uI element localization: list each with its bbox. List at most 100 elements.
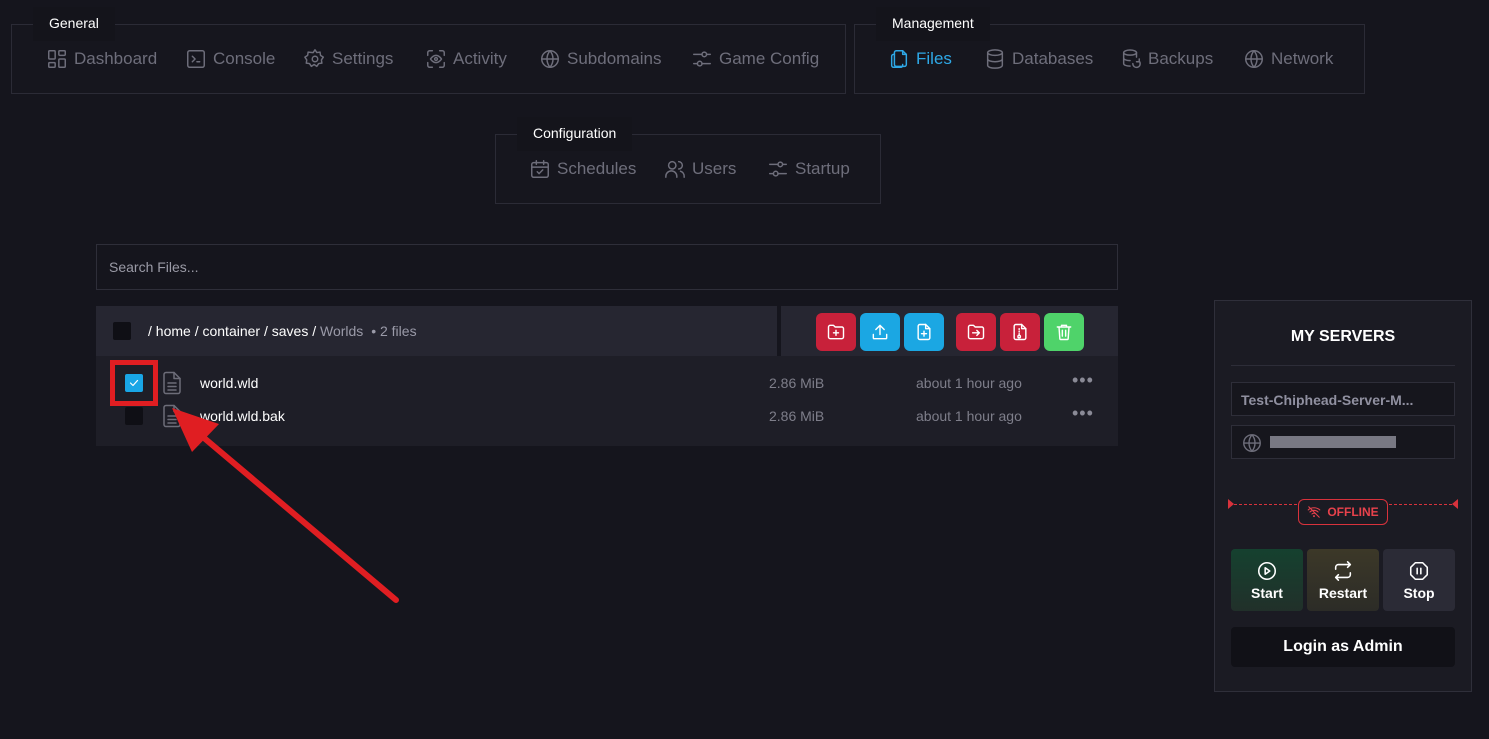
stop-button[interactable]: Stop — [1383, 549, 1455, 611]
nav-item-game-config[interactable]: Game Config — [691, 47, 819, 71]
nav-item-label: Subdomains — [567, 49, 662, 68]
nav-item-label: Dashboard — [74, 49, 158, 68]
files-icon — [890, 50, 908, 68]
file-archive-icon — [1013, 323, 1027, 341]
nav-item-startup[interactable]: Startup — [767, 157, 850, 181]
file-checkbox[interactable] — [125, 407, 143, 425]
server-name-field[interactable]: Test-Chiphead-Server-M... — [1231, 382, 1455, 416]
nav-item-databases[interactable]: Databases — [984, 47, 1093, 71]
file-toolbar — [781, 306, 1118, 356]
folder-move-icon — [967, 324, 985, 340]
globe-icon — [1243, 434, 1261, 452]
sliders-icon — [693, 51, 711, 67]
my-servers-panel: MY SERVERS Test-Chiphead-Server-M... OFF… — [1214, 300, 1472, 692]
search-files-input[interactable] — [96, 244, 1118, 290]
status-marker-right — [1452, 499, 1458, 509]
activity-eye-icon — [427, 50, 445, 68]
breadcrumb-sep: / — [148, 323, 152, 339]
nav-group-management: Management Files Databases Backups Netwo… — [854, 7, 1365, 94]
status-badge: OFFLINE — [1298, 499, 1388, 525]
nav-item-subdomains[interactable]: Subdomains — [539, 47, 662, 71]
file-name[interactable]: world.wld — [200, 375, 258, 391]
nav-item-backups[interactable]: Backups — [1120, 47, 1213, 71]
divider — [1231, 365, 1455, 366]
gear-icon — [304, 49, 324, 68]
file-plus-icon — [917, 323, 931, 341]
nav-item-users[interactable]: Users — [664, 157, 736, 181]
file-name[interactable]: world.wld.bak — [200, 408, 285, 424]
globe-icon — [541, 50, 559, 68]
new-folder-button[interactable] — [816, 313, 856, 351]
breadcrumb-container[interactable]: container — [202, 323, 260, 339]
wifi-off-icon — [1307, 506, 1321, 518]
trash-icon — [1056, 324, 1072, 341]
breadcrumb-sep: / — [263, 323, 268, 339]
file-count: • 2 files — [371, 323, 417, 339]
file-row[interactable]: world.wld 2.86 MiB about 1 hour ago ••• — [96, 368, 1118, 398]
file-row[interactable]: world.wld.bak 2.86 MiB about 1 hour ago … — [96, 401, 1118, 431]
nav-item-label: Backups — [1148, 49, 1214, 68]
calendar-check-icon — [531, 160, 549, 178]
nav-legend-management: Management — [876, 7, 990, 41]
server-address-field[interactable] — [1231, 425, 1455, 459]
status-text: OFFLINE — [1327, 505, 1379, 519]
breadcrumb: / home / container / saves / Worlds • 2 … — [148, 323, 417, 339]
repeat-icon — [1334, 560, 1352, 581]
start-label: Start — [1251, 584, 1283, 601]
nav-item-label: Settings — [332, 49, 394, 68]
nav-item-label: Network — [1271, 49, 1334, 68]
breadcrumb-current: Worlds — [320, 323, 364, 339]
move-button[interactable] — [956, 313, 996, 351]
select-all-checkbox[interactable] — [113, 322, 131, 340]
nav-item-dashboard[interactable]: Dashboard — [46, 47, 157, 71]
file-size: 2.86 MiB — [769, 408, 825, 424]
delete-button[interactable] — [1044, 313, 1084, 351]
more-options-icon[interactable]: ••• — [1072, 403, 1094, 424]
nav-item-activity[interactable]: Activity — [425, 47, 507, 71]
globe-icon — [1245, 50, 1263, 68]
restart-label: Restart — [1318, 584, 1368, 601]
annotation-highlight-box — [110, 360, 158, 406]
stop-label: Stop — [1403, 584, 1435, 601]
nav-item-settings[interactable]: Settings — [304, 47, 393, 71]
breadcrumb-sep: / — [312, 323, 317, 339]
redacted-address — [1270, 436, 1396, 448]
nav-group-general: General Dashboard Console Settings Activ… — [11, 7, 846, 94]
nav-item-label: Console — [213, 49, 276, 68]
file-modified: about 1 hour ago — [916, 375, 1022, 391]
file-list: world.wld 2.86 MiB about 1 hour ago ••• … — [96, 356, 1118, 446]
nav-item-label: Files — [916, 49, 952, 68]
nav-item-label: Startup — [795, 159, 850, 178]
nav-item-schedules[interactable]: Schedules — [529, 157, 636, 181]
nav-item-label: Users — [692, 159, 737, 178]
stop-octagon-icon — [1409, 561, 1429, 580]
terminal-icon — [187, 50, 205, 68]
breadcrumb-saves[interactable]: saves — [272, 323, 309, 339]
start-button[interactable]: Start — [1231, 549, 1303, 611]
nav-group-configuration: Configuration Schedules Users Startup — [495, 117, 881, 204]
upload-icon — [872, 324, 888, 340]
nav-item-label: Schedules — [557, 159, 637, 178]
nav-item-files[interactable]: Files — [888, 47, 952, 71]
new-file-button[interactable] — [904, 313, 944, 351]
archive-button[interactable] — [1000, 313, 1040, 351]
nav-item-label: Databases — [1012, 49, 1094, 68]
restart-button[interactable]: Restart — [1307, 549, 1379, 611]
file-icon — [162, 371, 182, 395]
file-modified: about 1 hour ago — [916, 408, 1022, 424]
panel-title: MY SERVERS — [1290, 328, 1396, 345]
status-marker-left — [1228, 499, 1234, 509]
folder-plus-icon — [827, 324, 845, 340]
login-as-admin-button[interactable]: Login as Admin — [1231, 627, 1455, 667]
nav-item-network[interactable]: Network — [1243, 47, 1333, 71]
nav-item-console[interactable]: Console — [185, 47, 275, 71]
upload-button[interactable] — [860, 313, 900, 351]
users-icon — [665, 160, 685, 178]
nav-item-label: Game Config — [719, 49, 820, 68]
more-options-icon[interactable]: ••• — [1072, 370, 1094, 391]
file-size: 2.86 MiB — [769, 375, 825, 391]
nav-legend-general: General — [33, 7, 115, 41]
sliders-icon — [769, 161, 787, 177]
breadcrumb-home[interactable]: home — [156, 323, 191, 339]
database-icon — [986, 49, 1004, 69]
